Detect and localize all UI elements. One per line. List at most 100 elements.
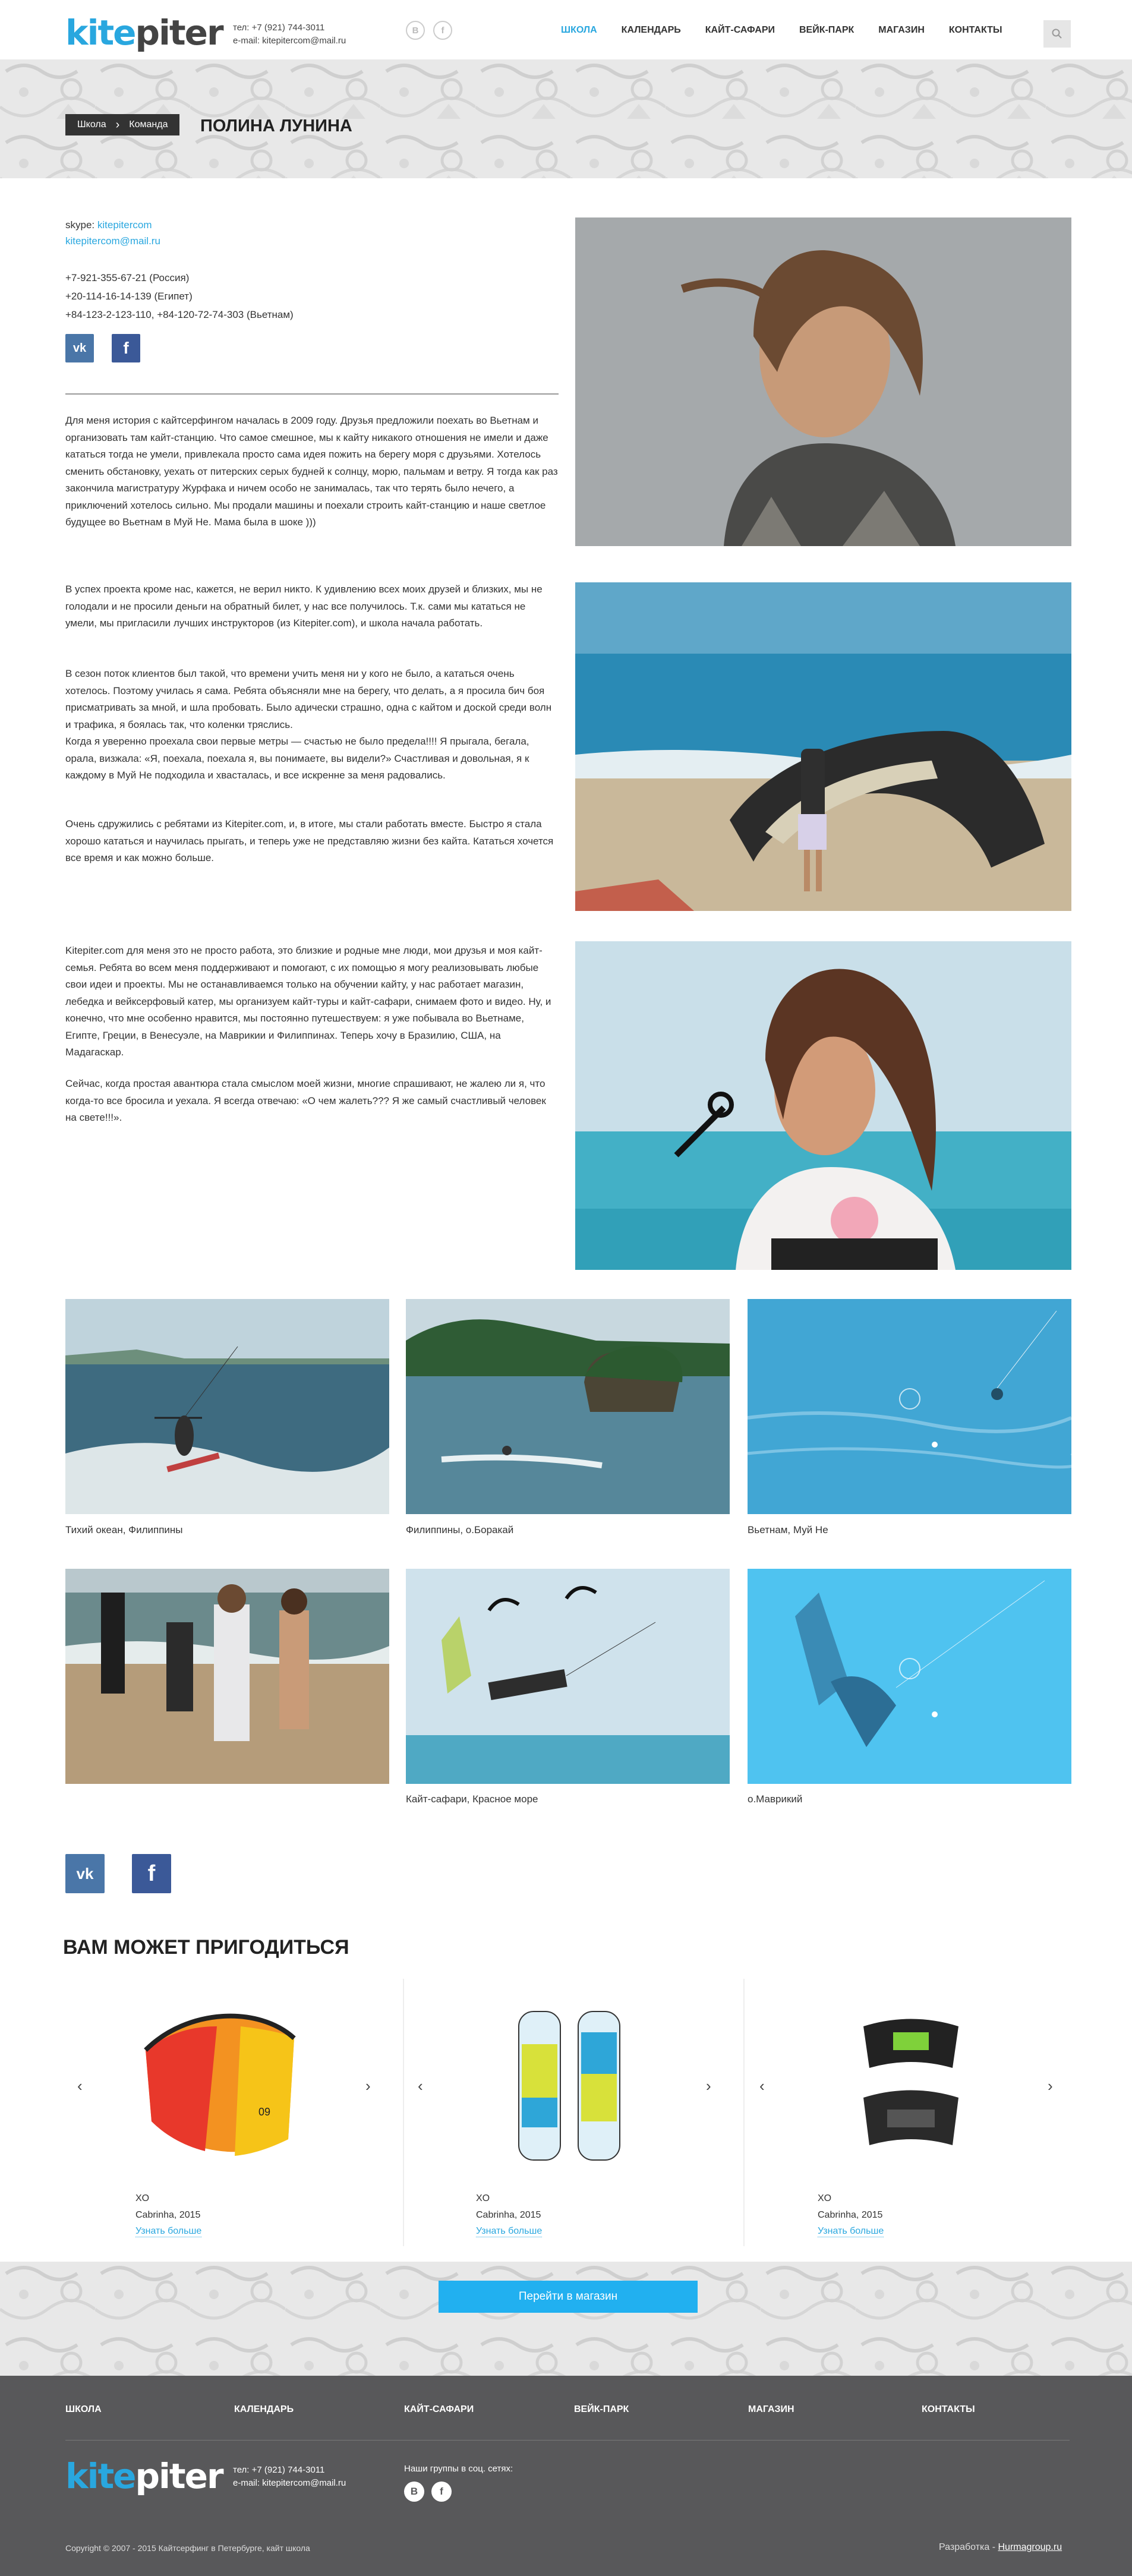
footer-nav-calendar[interactable]: Календарь [234,2404,294,2415]
divider [65,393,559,395]
footer-nav-wake-park[interactable]: Вейк-парк [574,2404,629,2415]
profile-email-link[interactable]: kitepitercom@mail.ru [65,235,160,247]
copyright: Copyright © 2007 - 2015 Кайтсерфинг в Пе… [65,2543,310,2553]
page-title: Полина Лунина [200,116,352,135]
svg-text:09: 09 [258,2106,270,2118]
boards-product-image [518,2011,620,2161]
search-icon [1052,29,1062,39]
gallery-photo[interactable] [406,1299,730,1514]
gallery-caption: о.Маврикий [748,1793,803,1805]
header-phone: тел: +7 (921) 744-3011 [233,23,325,33]
kite-product-image: 09 [144,2013,296,2156]
gallery-photo[interactable] [65,1569,389,1784]
gallery-photo[interactable] [748,1299,1071,1514]
go-to-shop-button[interactable]: Перейти в магазин [439,2281,698,2313]
site-footer: Школа Календарь Кайт-сафари Вейк-парк Ма… [0,2376,1132,2576]
search-button[interactable] [1043,20,1071,48]
facebook-icon[interactable]: f [431,2482,452,2502]
chevron-right-icon[interactable]: › [365,2077,371,2095]
nav-calendar[interactable]: Календарь [622,25,681,36]
beach-kite-photo [575,582,1071,911]
footer-nav-kite-safari[interactable]: Кайт-сафари [404,2404,474,2415]
vk-icon[interactable]: В [406,21,425,40]
breadcrumb: Школа › Команда [65,114,180,135]
nav-shop[interactable]: Магазин [878,25,925,36]
profile-vk-icon[interactable]: vk [65,334,94,362]
skype-link[interactable]: kitepitercom [97,219,152,231]
product-card: ‹ › XO Cabrinha, 2015 Узнать больше [406,1979,745,2246]
gallery-photo[interactable] [748,1569,1071,1784]
logo-kite: kite [65,12,137,53]
logo[interactable]: kitepiter [65,12,224,53]
footer-nav-contacts[interactable]: Контакты [922,2404,975,2415]
footer-social: В f [404,2482,452,2502]
bottom-pattern [0,2262,1132,2376]
logo-kite: kite [65,2456,137,2496]
phone-egypt: +20-114-16-14-139 (Египет) [65,291,193,302]
zoom-icon[interactable] [899,1658,920,1679]
facebook-icon[interactable]: f [433,21,452,40]
gallery-caption: Филиппины, о.Боракай [406,1524,514,1535]
footer-phone: тел: +7 (921) 744-3011 [233,2465,325,2475]
skype-label: skype: [65,219,97,231]
chevron-right-icon[interactable]: › [706,2077,711,2095]
footer-nav-shop[interactable]: Магазин [748,2404,794,2415]
story-paragraph: Для меня история с кайтсерфингом началас… [65,415,558,528]
zoom-icon[interactable] [899,1388,920,1410]
harness-product-image [863,2019,958,2145]
product-name: XO [476,2193,490,2203]
profile-contacts: skype: kitepitercom kitepitercom@mail.ru [65,217,160,249]
story-paragraph: В сезон поток клиентов был такой, что вр… [65,668,552,781]
product-name: XO [818,2193,832,2203]
product-subtitle: Cabrinha, 2015 [818,2210,883,2220]
page: kitepiter тел: +7 (921) 744-3011 e-mail:… [0,0,1132,2576]
portrait-photo [575,217,1071,546]
gallery-photo[interactable] [65,1299,389,1514]
facebook-share-icon[interactable]: f [132,1854,171,1893]
logo-piter: piter [135,2456,224,2496]
chevron-left-icon[interactable]: ‹ [77,2077,83,2095]
footer-nav-school[interactable]: Школа [65,2404,102,2415]
learn-more-link[interactable]: Узнать больше [135,2226,202,2237]
chevron-left-icon[interactable]: ‹ [759,2077,765,2095]
gallery-caption: Кайт-сафари, Красное море [406,1793,538,1805]
breadcrumb-school[interactable]: Школа [77,119,106,130]
learn-more-link[interactable]: Узнать больше [818,2226,884,2237]
breadcrumb-team[interactable]: Команда [129,119,168,130]
vk-icon[interactable]: В [404,2482,424,2502]
profile-phones: +7-921-355-67-21 (Россия) +20-114-16-14-… [65,269,294,324]
nav-school[interactable]: Школа [561,25,597,36]
story-paragraph: Сейчас, когда простая авантюра стала смы… [65,1078,546,1123]
vk-share-icon[interactable]: vk [65,1854,105,1893]
chevron-right-icon: › [115,118,120,131]
developer-label: Разработка - [939,2542,998,2552]
profile-facebook-icon[interactable]: f [112,334,140,362]
gallery-caption: Вьетнам, Муй Не [748,1524,828,1535]
main-nav: Школа Календарь Кайт-сафари Вейк-парк Ма… [561,25,1027,36]
phone-vietnam: +84-123-2-123-110, +84-120-72-74-303 (Вь… [65,309,294,320]
developer-credit: Разработка - Hurmagroup.ru [939,2542,1062,2553]
product-subtitle: Cabrinha, 2015 [135,2210,201,2220]
footer-contacts: тел: +7 (921) 744-3011 e-mail: kitepiter… [233,2464,346,2490]
gallery-photo[interactable] [406,1569,730,1784]
nav-wake-park[interactable]: Вейк-парк [799,25,854,36]
learn-more-link[interactable]: Узнать больше [476,2226,543,2237]
pattern-decoration [0,2262,1132,2376]
smiling-kiter-photo [575,941,1071,1270]
chevron-right-icon[interactable]: › [1048,2077,1053,2095]
logo-piter: piter [135,12,224,53]
footer-email: e-mail: kitepitercom@mail.ru [233,2478,346,2488]
story-paragraph: В успех проекта кроме нас, кажется, не в… [65,584,543,629]
nav-kite-safari[interactable]: Кайт-сафари [705,25,775,36]
chevron-left-icon[interactable]: ‹ [418,2077,423,2095]
footer-divider [65,2440,1070,2441]
product-card: ‹ › 09 XO Cabrinha, 2015 Узнать больше [65,1979,404,2246]
recommend-title: Вам может пригодиться [63,1936,349,1959]
story-paragraph: Kitepiter.com для меня это не просто раб… [65,945,551,1058]
product-name: XO [135,2193,150,2203]
header-social: В f [406,21,452,40]
phone-russia: +7-921-355-67-21 (Россия) [65,272,190,283]
nav-contacts[interactable]: Контакты [949,25,1002,36]
developer-link[interactable]: Hurmagroup.ru [998,2542,1062,2552]
footer-logo[interactable]: kitepiter [65,2456,224,2496]
